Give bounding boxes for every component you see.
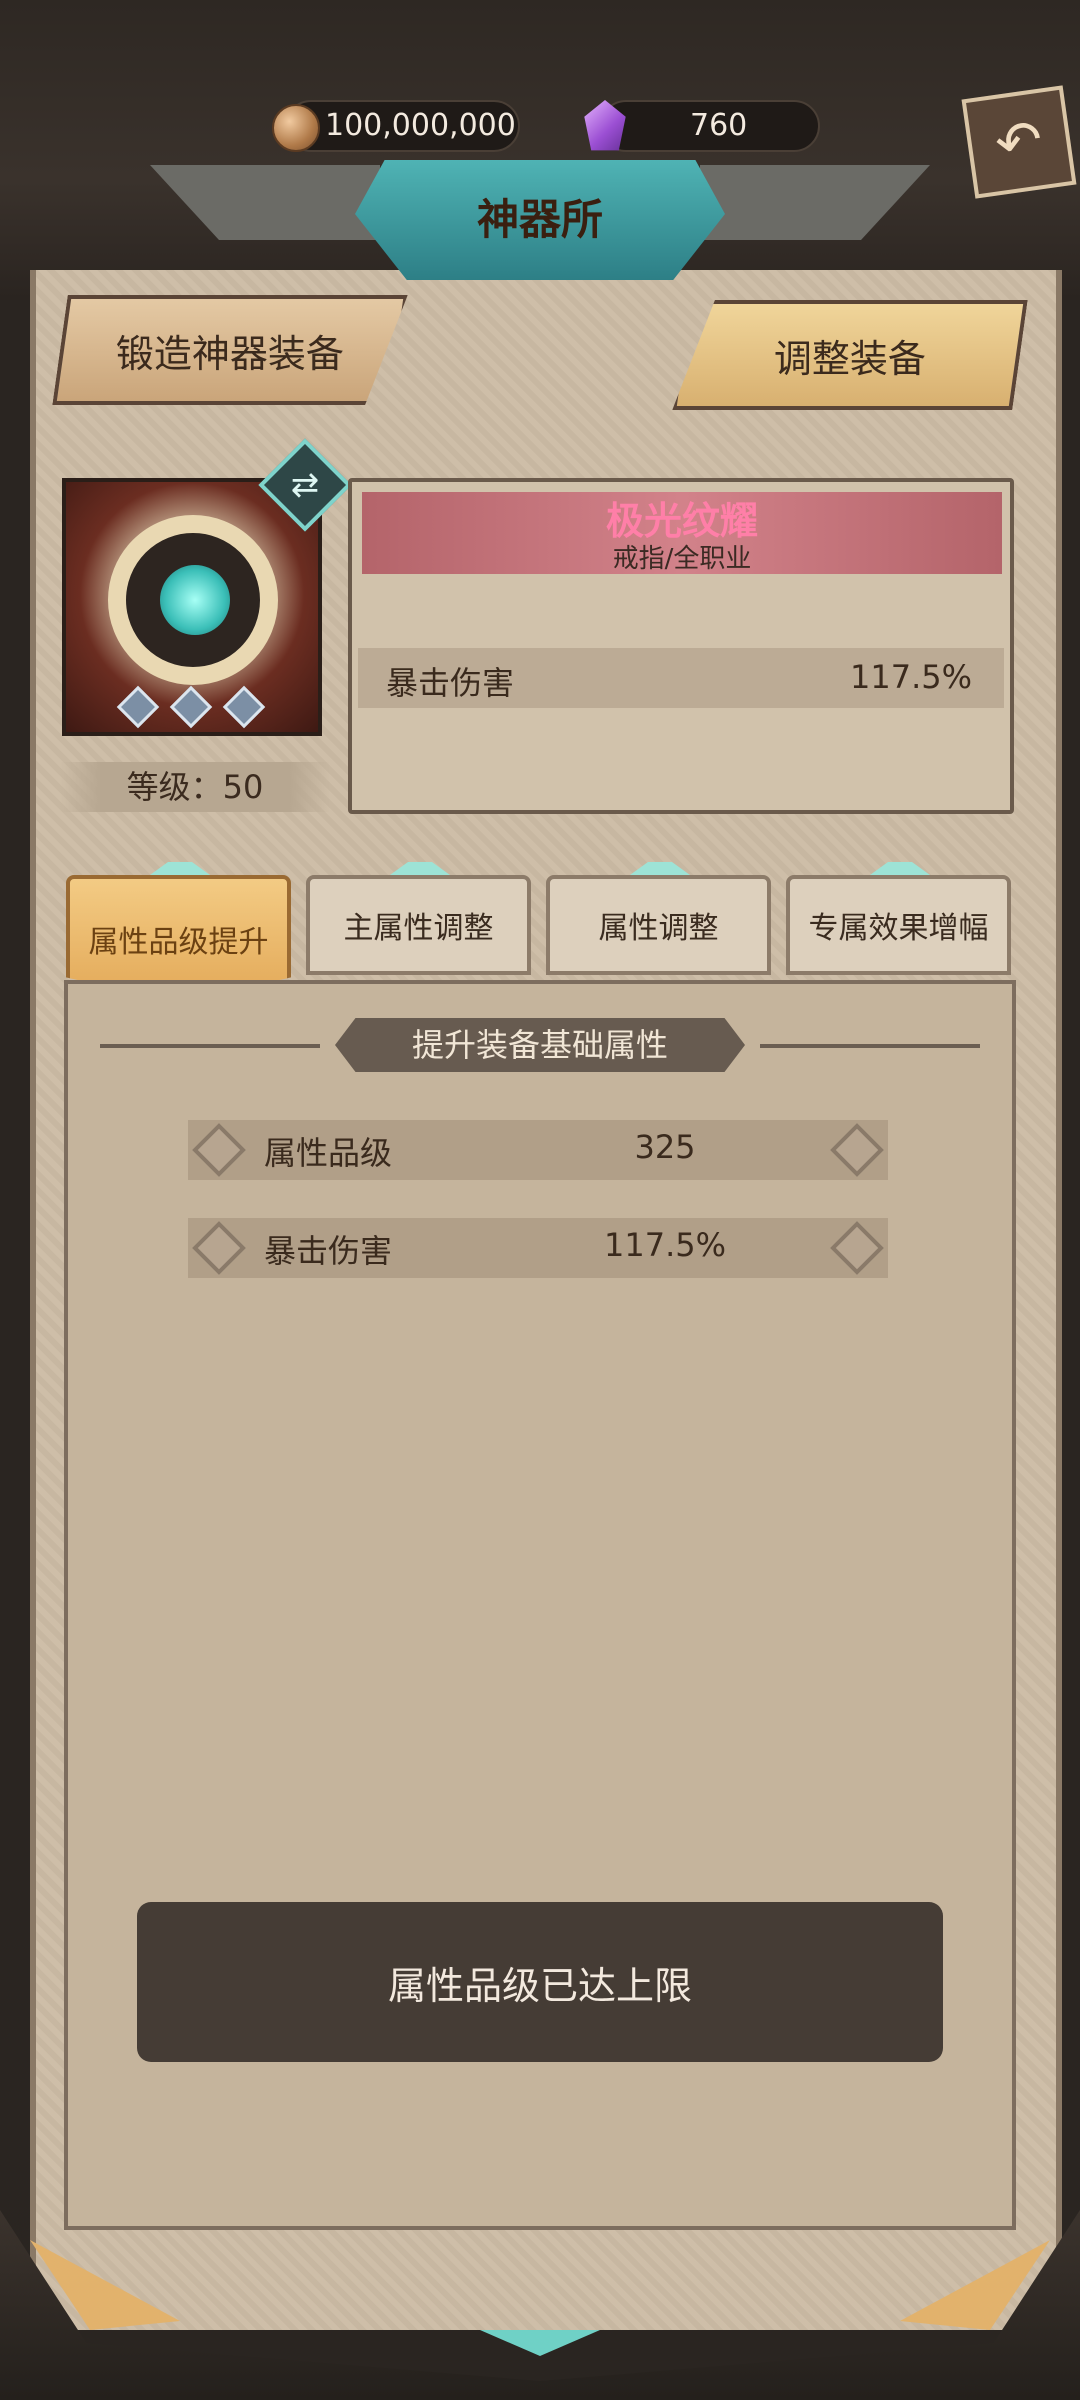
attr-name: 属性品级 [264,1134,393,1172]
tab-label: 属性品级提升 [88,925,269,960]
swap-icon: ⇄ [290,465,320,505]
adjust-button-label: 调整装备 [773,336,926,381]
grade-max-button[interactable]: 属性品级已达上限 [137,1902,943,2062]
attr-value: 117.5% [603,1226,726,1264]
heading-divider-right [760,1044,980,1048]
attr-name: 暴击伤害 [264,1232,393,1270]
tab-label: 属性调整 [598,911,719,946]
tab-attribute-adjust[interactable]: 属性调整 [546,875,771,975]
gold-amount: 100,000,000 [325,108,516,143]
scroll-down-indicator[interactable] [480,2330,600,2356]
forge-button-label: 锻造神器装备 [115,331,344,376]
item-name: 极光纹耀 [605,499,758,543]
adjust-equipment-button[interactable]: 调整装备 [672,300,1027,410]
tab-exclusive-effect-boost[interactable]: 专属效果增幅 [786,875,1011,975]
heading-divider-left [100,1044,320,1048]
coin-icon [272,104,320,152]
item-stat-value: 117.5% [849,658,972,696]
back-button[interactable]: ↶ [961,85,1077,199]
item-stat-name: 暴击伤害 [386,664,515,702]
tab-main-attribute-adjust[interactable]: 主属性调整 [306,875,531,975]
ring-gem [160,565,230,635]
item-level: 等级：50 [60,762,330,812]
item-type: 戒指/全职业 [612,544,752,574]
gem-amount: 760 [690,108,748,143]
attr-value: 325 [634,1128,696,1166]
page-title: 神器所 [476,195,603,244]
tab-label: 专属效果增幅 [808,911,989,946]
forge-button[interactable]: 锻造神器装备 [52,295,407,405]
back-arrow-icon: ↶ [991,106,1047,178]
tab-label: 主属性调整 [343,911,494,946]
section-heading: 提升装备基础属性 [335,1018,745,1072]
